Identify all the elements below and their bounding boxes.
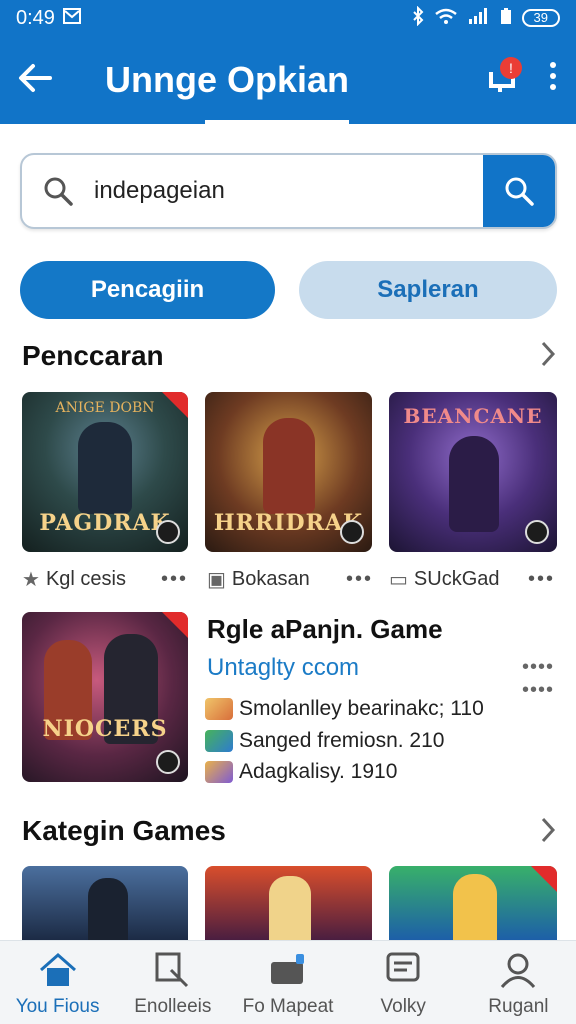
wallet-icon — [268, 950, 308, 990]
bluetooth-icon — [412, 5, 424, 31]
nav-item-profile[interactable]: Ruganl — [461, 941, 576, 1024]
featured-game-image[interactable]: NIOCERS — [22, 612, 188, 782]
more-options-button[interactable] — [530, 61, 576, 99]
nav-item-home[interactable]: You Fious — [0, 941, 115, 1024]
filter-chip-primary[interactable]: Pencagiin — [20, 261, 275, 319]
message-icon — [383, 950, 423, 990]
game-card-1[interactable]: ANIGE DOBN PAGDRAK — [22, 392, 188, 552]
ribbon — [531, 866, 557, 892]
game-art-title: BEANCANE — [403, 404, 543, 428]
puzzle-icon — [205, 730, 233, 752]
nav-label: Enolleeis — [134, 996, 212, 1017]
featured-title[interactable]: Rgle aPanjn. Game — [207, 614, 443, 645]
ribbon — [162, 392, 188, 418]
signal-icon — [468, 7, 490, 30]
category-card-1[interactable] — [22, 866, 188, 940]
page-title: Unnge Opkian — [105, 59, 350, 100]
character-figure — [78, 422, 132, 514]
search-bar — [20, 153, 557, 229]
search-icon — [505, 177, 534, 206]
home-icon — [38, 950, 78, 990]
game-label: Bokasan — [231, 567, 310, 590]
category-card-2[interactable] — [205, 866, 372, 940]
chevron-right-icon[interactable] — [540, 338, 556, 377]
chevron-right-icon[interactable] — [540, 814, 556, 853]
star-icon: ★ — [22, 568, 40, 591]
controller-icon — [205, 761, 233, 783]
search-button[interactable] — [483, 155, 555, 227]
status-time: 0:49 — [16, 6, 55, 29]
pencil-icon — [205, 698, 233, 720]
section-title: Penccaran — [22, 340, 164, 371]
game-meta-1: ★ Kgl cesis ••• — [22, 566, 188, 592]
profile-icon — [498, 950, 538, 990]
publisher-logo — [156, 520, 180, 544]
tab-indicator — [205, 120, 349, 124]
game-card-3[interactable]: BEANCANE — [389, 392, 557, 552]
character-figure — [263, 418, 315, 514]
nav-item-explore[interactable]: Enolleeis — [115, 941, 230, 1024]
battery-small-icon — [500, 7, 512, 30]
game-meta-2: ▣ Bokasan ••• — [207, 566, 373, 592]
search-user-icon — [153, 950, 193, 990]
more-horiz-icon[interactable]: ••• — [346, 568, 373, 591]
featured-subtitle[interactable]: Untaglty ccom — [207, 654, 359, 682]
app-bar: Unnge Opkian ! — [0, 36, 576, 124]
category-card-3[interactable] — [389, 866, 557, 940]
nav-label: Fo Mapeat — [242, 996, 334, 1017]
status-bar: 0:49 39 — [0, 0, 576, 36]
more-horiz-icon[interactable]: ••• — [528, 568, 555, 591]
battery-level: 39 — [521, 9, 560, 27]
stat-text: Smolanlley bearinakc; 110 — [239, 697, 484, 720]
nav-item-market[interactable]: Fo Mapeat — [230, 941, 345, 1024]
featured-stat-1: Smolanlley bearinakc; 110 — [205, 697, 484, 721]
game-label: SUckGad — [413, 567, 500, 590]
mail-icon — [62, 7, 81, 30]
arrow-left-icon — [19, 64, 52, 92]
stat-text: Adagkalisy. 1910 — [239, 760, 398, 783]
more-horiz-icon[interactable]: ••• — [161, 568, 188, 591]
game-label: Kgl cesis — [45, 567, 126, 590]
search-input[interactable] — [94, 155, 483, 227]
nav-label: You Fious — [15, 996, 100, 1017]
ribbon — [162, 612, 188, 638]
game-card-top-text: ANIGE DOBN — [55, 400, 155, 416]
publisher-logo — [340, 520, 364, 544]
featured-stat-2: Sanged fremiosn. 210 — [205, 729, 444, 753]
notification-badge: ! — [500, 57, 522, 79]
back-button[interactable] — [0, 60, 70, 100]
featured-stat-3: Adagkalisy. 1910 — [205, 760, 397, 784]
publisher-logo — [525, 520, 549, 544]
character-figure — [453, 874, 497, 940]
more-vert-icon — [550, 62, 556, 90]
nav-label: Volky — [380, 996, 426, 1017]
character-figure — [88, 878, 128, 940]
game-card-2[interactable]: HRRIDRAK — [205, 392, 372, 552]
book-icon: ▣ — [207, 568, 226, 591]
grid-dots-icon[interactable]: •••• •••• — [522, 656, 554, 702]
bottom-navigation: You Fious Enolleeis Fo Mapeat Volky Ruga… — [0, 940, 576, 1024]
section-title: Kategin Games — [22, 815, 226, 846]
nav-label: Ruganl — [488, 996, 549, 1017]
search-icon — [22, 155, 94, 227]
filter-chip-secondary[interactable]: Sapleran — [299, 261, 557, 319]
wifi-icon — [434, 7, 458, 30]
game-meta-3: ▭ SUckGad ••• — [389, 566, 555, 592]
nav-item-messages[interactable]: Volky — [346, 941, 461, 1024]
chat-icon: ▭ — [389, 568, 408, 591]
notifications-button[interactable]: ! — [474, 55, 530, 105]
character-figure — [269, 876, 311, 940]
stat-text: Sanged fremiosn. 210 — [239, 729, 445, 752]
character-figure — [449, 436, 499, 532]
publisher-logo — [156, 750, 180, 774]
game-art-title: NIOCERS — [42, 716, 168, 742]
